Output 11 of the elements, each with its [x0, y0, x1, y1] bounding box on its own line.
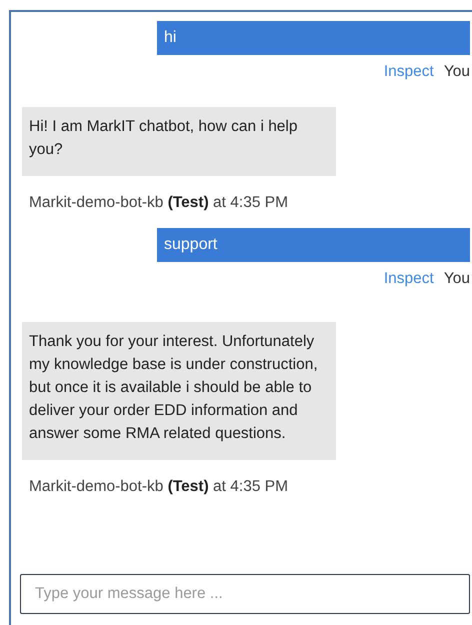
message-meta: Markit-demo-bot-kb (Test) at 4:35 PM: [29, 193, 289, 213]
message-input[interactable]: Type your message here ...: [20, 574, 470, 614]
bot-message: Thank you for your interest. Unfortunately my knowledge base is under construction, but once it is available i should be able to deliver your order EDD information and answer some RMA related questions.: [22, 322, 336, 460]
inspect-link[interactable]: Inspect: [384, 62, 434, 82]
inspect-link[interactable]: Inspect: [384, 269, 434, 289]
sender-label: You: [444, 269, 470, 289]
user-message: hi: [157, 21, 470, 55]
bot-message: Hi! I am MarkIT chatbot, how can i help you?: [22, 107, 336, 176]
message-meta: Markit-demo-bot-kb (Test) at 4:35 PM: [29, 477, 289, 497]
user-message: support: [157, 228, 470, 262]
sender-label: You: [444, 62, 470, 82]
